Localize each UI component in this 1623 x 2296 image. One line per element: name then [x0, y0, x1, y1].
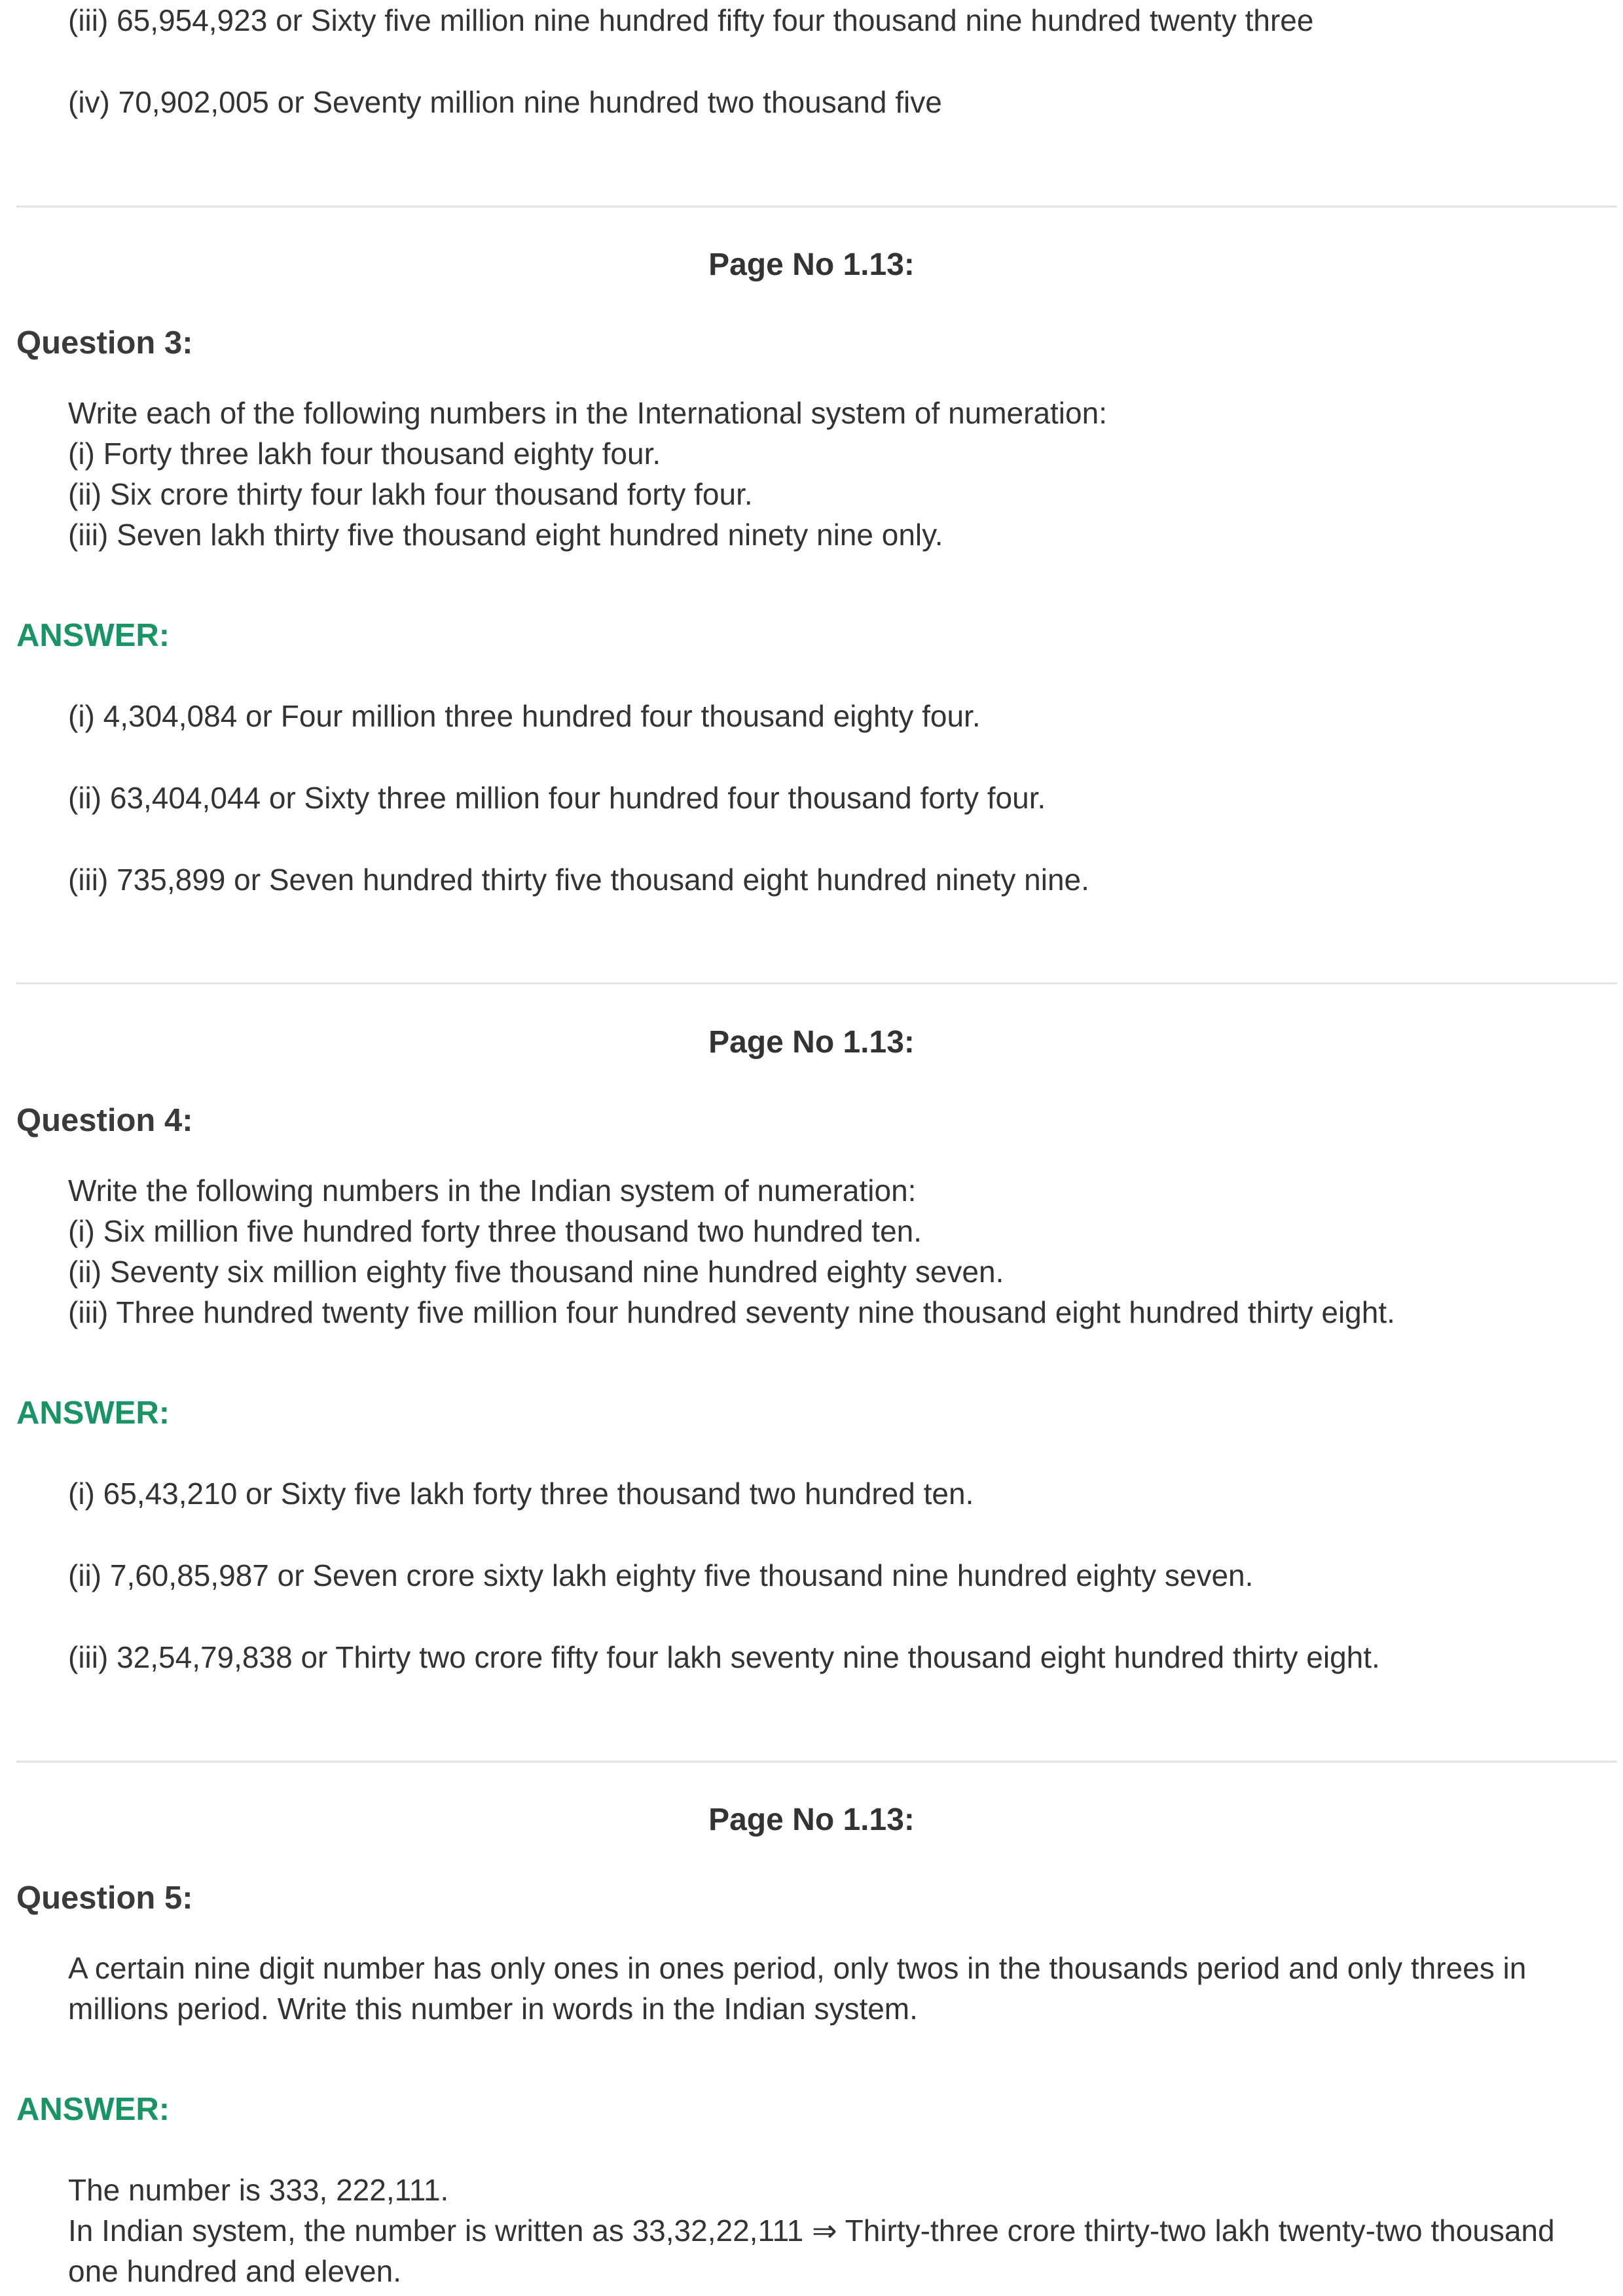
answer-line: The number is 333, 222,111. — [68, 2173, 449, 2207]
document-page: (iii) 65,954,923 or Sixty five million n… — [0, 0, 1623, 2296]
answer-label: ANSWER: — [16, 618, 170, 653]
answer-label: ANSWER: — [16, 1395, 170, 1431]
section-divider — [16, 982, 1617, 984]
page-number-heading: Page No 1.13: — [708, 1025, 915, 1060]
question-item: (ii) Six crore thirty four lakh four tho… — [68, 477, 753, 511]
page-number-heading: Page No 1.13: — [708, 1803, 915, 1837]
answer-line: (iv) 70,902,005 or Seventy million nine … — [68, 85, 942, 119]
question-label: Question 5: — [16, 1880, 193, 1916]
answer-line: (ii) 7,60,85,987 or Seven crore sixty la… — [68, 1558, 1254, 1592]
answer-label: ANSWER: — [16, 2092, 170, 2127]
question-item: (iii) Three hundred twenty five million … — [68, 1295, 1395, 1329]
question-text: Write each of the following numbers in t… — [68, 396, 1107, 430]
answer-line: (i) 4,304,084 or Four million three hund… — [68, 699, 981, 733]
question-item: (i) Six million five hundred forty three… — [68, 1214, 922, 1248]
question-label: Question 4: — [16, 1103, 193, 1138]
question-item: (iii) Seven lakh thirty five thousand ei… — [68, 518, 943, 552]
question-label: Question 3: — [16, 325, 193, 361]
question-text: A certain nine digit number has only one… — [68, 1951, 1527, 1985]
answer-line: one hundred and eleven. — [68, 2254, 401, 2288]
section-divider — [16, 1761, 1617, 1763]
question-item: (ii) Seventy six million eighty five tho… — [68, 1255, 1004, 1289]
answer-line: (iii) 65,954,923 or Sixty five million n… — [68, 3, 1314, 37]
answer-line: (iii) 32,54,79,838 or Thirty two crore f… — [68, 1640, 1380, 1674]
answer-line: (i) 65,43,210 or Sixty five lakh forty t… — [68, 1477, 974, 1511]
answer-line: (iii) 735,899 or Seven hundred thirty fi… — [68, 863, 1089, 897]
answer-line: In Indian system, the number is written … — [68, 2214, 1555, 2248]
page-number-heading: Page No 1.13: — [708, 247, 915, 282]
question-text: Write the following numbers in the India… — [68, 1174, 917, 1208]
answer-line: (ii) 63,404,044 or Sixty three million f… — [68, 781, 1046, 815]
section-divider — [16, 206, 1617, 207]
question-item: (i) Forty three lakh four thousand eight… — [68, 437, 661, 471]
question-text: millions period. Write this number in wo… — [68, 1992, 918, 2026]
